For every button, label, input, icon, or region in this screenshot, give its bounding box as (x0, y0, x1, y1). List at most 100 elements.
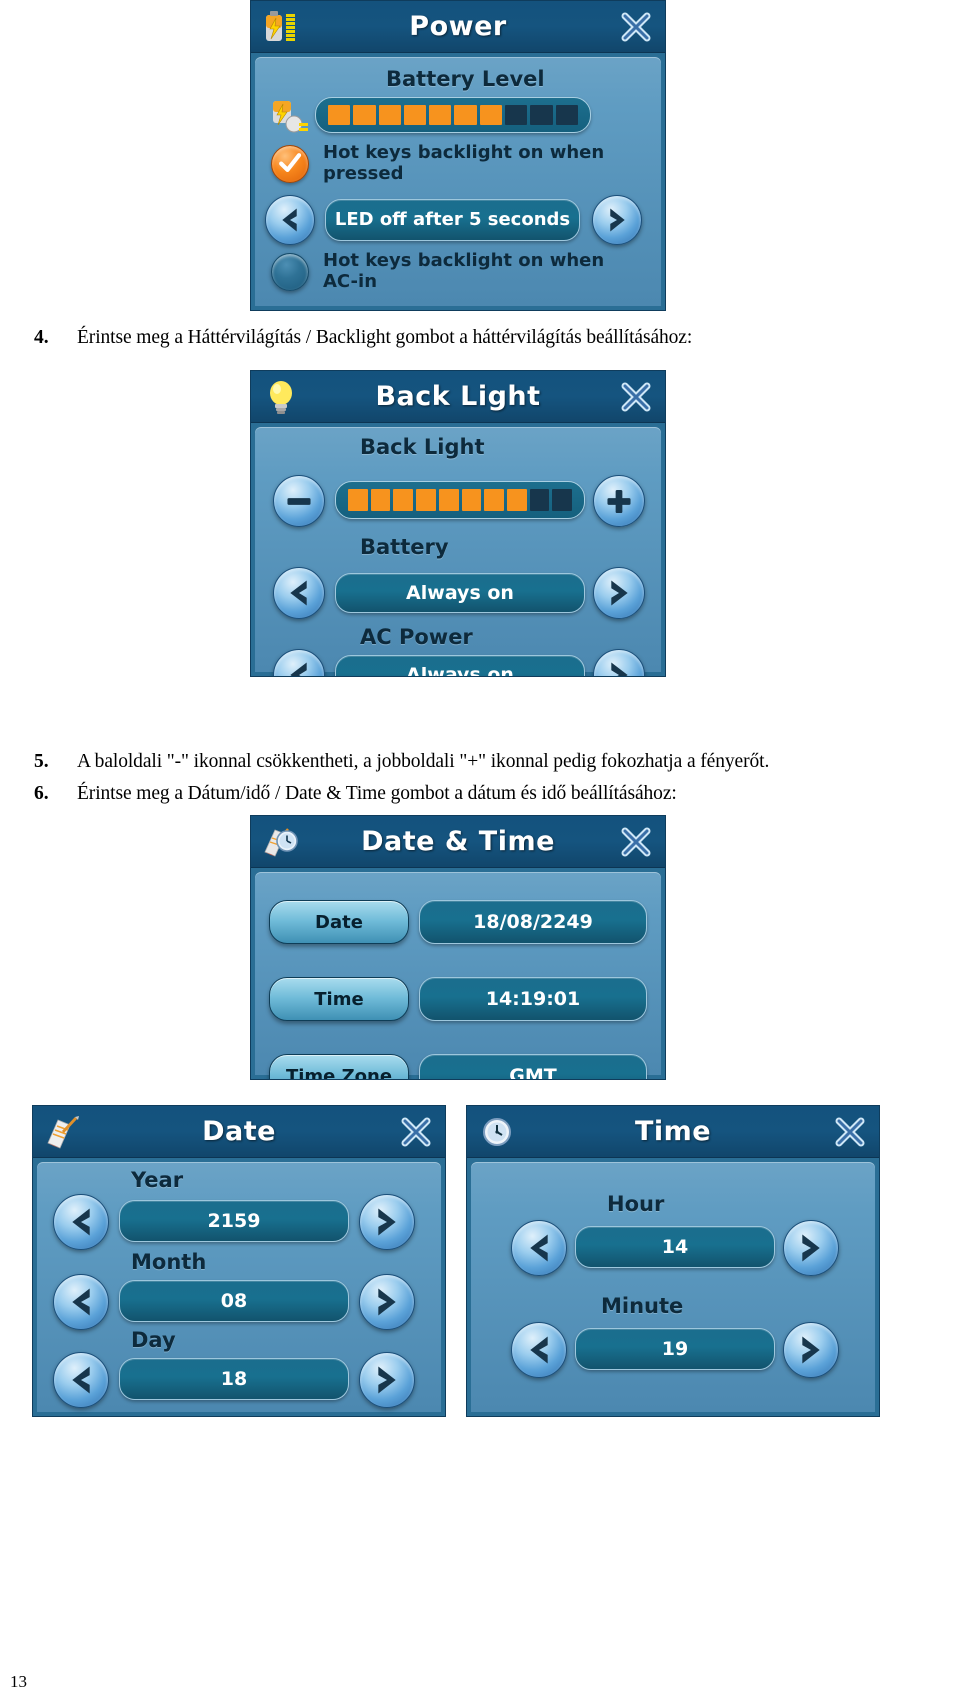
level-segment (438, 489, 459, 511)
ac-power-label: AC Power (360, 625, 473, 649)
hotkeys-pressed-checkbox[interactable] (271, 145, 309, 183)
led-timeout-next-button[interactable] (592, 195, 642, 245)
close-icon[interactable] (619, 380, 653, 414)
ac-power-value[interactable]: Always on (335, 655, 585, 676)
level-segment (484, 489, 504, 511)
level-segment (378, 104, 401, 126)
battery-value[interactable]: Always on (335, 573, 585, 613)
level-segment (505, 104, 528, 126)
time-panel-title: Time (634, 1116, 712, 1147)
date-button[interactable]: Date (269, 900, 409, 944)
battery-prev-button[interactable] (273, 567, 325, 619)
year-next-button[interactable] (359, 1194, 415, 1250)
level-segment (403, 104, 427, 126)
hour-next-button[interactable] (783, 1220, 839, 1276)
level-segment (454, 104, 477, 126)
level-segment (506, 489, 527, 511)
close-icon[interactable] (833, 1115, 867, 1149)
date-value[interactable]: 18/08/2249 (419, 900, 647, 944)
level-segment (479, 104, 503, 126)
step-4-text: Érintse meg a Háttérvilágítás / Backligh… (77, 327, 693, 348)
month-label: Month (131, 1250, 207, 1274)
page-number: 13 (10, 1672, 27, 1691)
battery-level-bar[interactable] (315, 97, 591, 133)
time-value[interactable]: 14:19:01 (419, 977, 647, 1021)
battery-next-button[interactable] (593, 567, 645, 619)
led-timeout-prev-button[interactable] (265, 195, 315, 245)
month-next-button[interactable] (359, 1274, 415, 1330)
timezone-value[interactable]: GMT (419, 1054, 647, 1079)
month-value[interactable]: 08 (119, 1280, 349, 1322)
minute-value[interactable]: 19 (575, 1328, 775, 1370)
step-5-text: A baloldali "-" ikonnal csökkentheti, a … (77, 751, 770, 772)
backlight-plus-button[interactable] (593, 475, 645, 527)
battery-level-label: Battery Level (386, 67, 545, 91)
step-6-number: 6. (34, 783, 49, 804)
battery-label: Battery (360, 535, 449, 559)
level-segment (461, 489, 482, 511)
day-value[interactable]: 18 (119, 1358, 349, 1400)
year-label: Year (131, 1168, 184, 1192)
datetime-panel-body: Date 18/08/2249 Time 14:19:01 Time Zone … (255, 872, 661, 1079)
power-panel: Power Battery Level Hot keys backlight o… (250, 0, 666, 311)
date-panel-title: Date (202, 1116, 276, 1147)
level-segment (393, 489, 414, 511)
backlight-panel-titlebar: Back Light (251, 371, 665, 423)
hour-value[interactable]: 14 (575, 1226, 775, 1268)
step-6-text: Érintse meg a Dátum/idő / Date & Time go… (77, 783, 677, 804)
year-value[interactable]: 2159 (119, 1200, 349, 1242)
level-segment (328, 104, 351, 126)
backlight-level-label: Back Light (360, 435, 485, 459)
month-prev-button[interactable] (53, 1274, 109, 1330)
time-panel: Time Hour 14 Minute 19 (466, 1105, 880, 1417)
backlight-level-bar[interactable] (335, 481, 585, 519)
battery-plug-icon (267, 97, 311, 137)
power-panel-title: Power (409, 11, 507, 42)
hotkeys-pressed-label: Hot keys backlight on when pressed (323, 142, 605, 185)
minute-prev-button[interactable] (511, 1322, 567, 1378)
date-panel-titlebar: Date (33, 1106, 445, 1158)
power-panel-titlebar: Power (251, 1, 665, 53)
step-5-number: 5. (34, 751, 49, 772)
close-icon[interactable] (619, 825, 653, 859)
backlight-panel: Back Light Back Light Battery Always on … (250, 370, 666, 677)
date-panel: Date Year 2159 Month 08 Day 18 (32, 1105, 446, 1417)
level-segment (555, 104, 578, 126)
ac-power-next-button[interactable] (593, 649, 645, 676)
day-next-button[interactable] (359, 1352, 415, 1408)
close-icon[interactable] (619, 10, 653, 44)
hour-label: Hour (607, 1192, 665, 1216)
datetime-panel-titlebar: Date & Time (251, 816, 665, 868)
timezone-button[interactable]: Time Zone (269, 1054, 409, 1079)
datetime-panel-title: Date & Time (361, 826, 555, 857)
hour-prev-button[interactable] (511, 1220, 567, 1276)
level-segment (353, 104, 376, 126)
hotkeys-acin-label: Hot keys backlight on when AC-in (323, 250, 605, 293)
time-panel-titlebar: Time (467, 1106, 879, 1158)
backlight-panel-title: Back Light (375, 381, 541, 412)
hotkeys-acin-checkbox[interactable] (271, 253, 309, 291)
minute-label: Minute (601, 1294, 684, 1318)
date-panel-body: Year 2159 Month 08 Day 18 (37, 1162, 441, 1412)
backlight-minus-button[interactable] (273, 475, 325, 527)
led-timeout-value[interactable]: LED off after 5 seconds (325, 199, 580, 241)
datetime-panel: Date & Time Date 18/08/2249 Time 14:19:0… (250, 815, 666, 1080)
level-segment (530, 104, 553, 126)
level-segment (529, 489, 550, 511)
close-icon[interactable] (399, 1115, 433, 1149)
step-4-number: 4. (34, 327, 49, 348)
level-segment (552, 489, 573, 511)
level-segment (370, 489, 391, 511)
check-icon (279, 153, 302, 173)
time-panel-body: Hour 14 Minute 19 (471, 1162, 875, 1412)
minute-next-button[interactable] (783, 1322, 839, 1378)
year-prev-button[interactable] (53, 1194, 109, 1250)
level-segment (416, 489, 436, 511)
day-prev-button[interactable] (53, 1352, 109, 1408)
level-segment (348, 489, 368, 511)
ac-power-prev-button[interactable] (273, 649, 325, 676)
power-panel-body: Battery Level Hot keys backlight on when… (255, 57, 661, 306)
backlight-panel-body: Back Light Battery Always on AC Power Al… (255, 427, 661, 676)
day-label: Day (131, 1328, 176, 1352)
time-button[interactable]: Time (269, 977, 409, 1021)
